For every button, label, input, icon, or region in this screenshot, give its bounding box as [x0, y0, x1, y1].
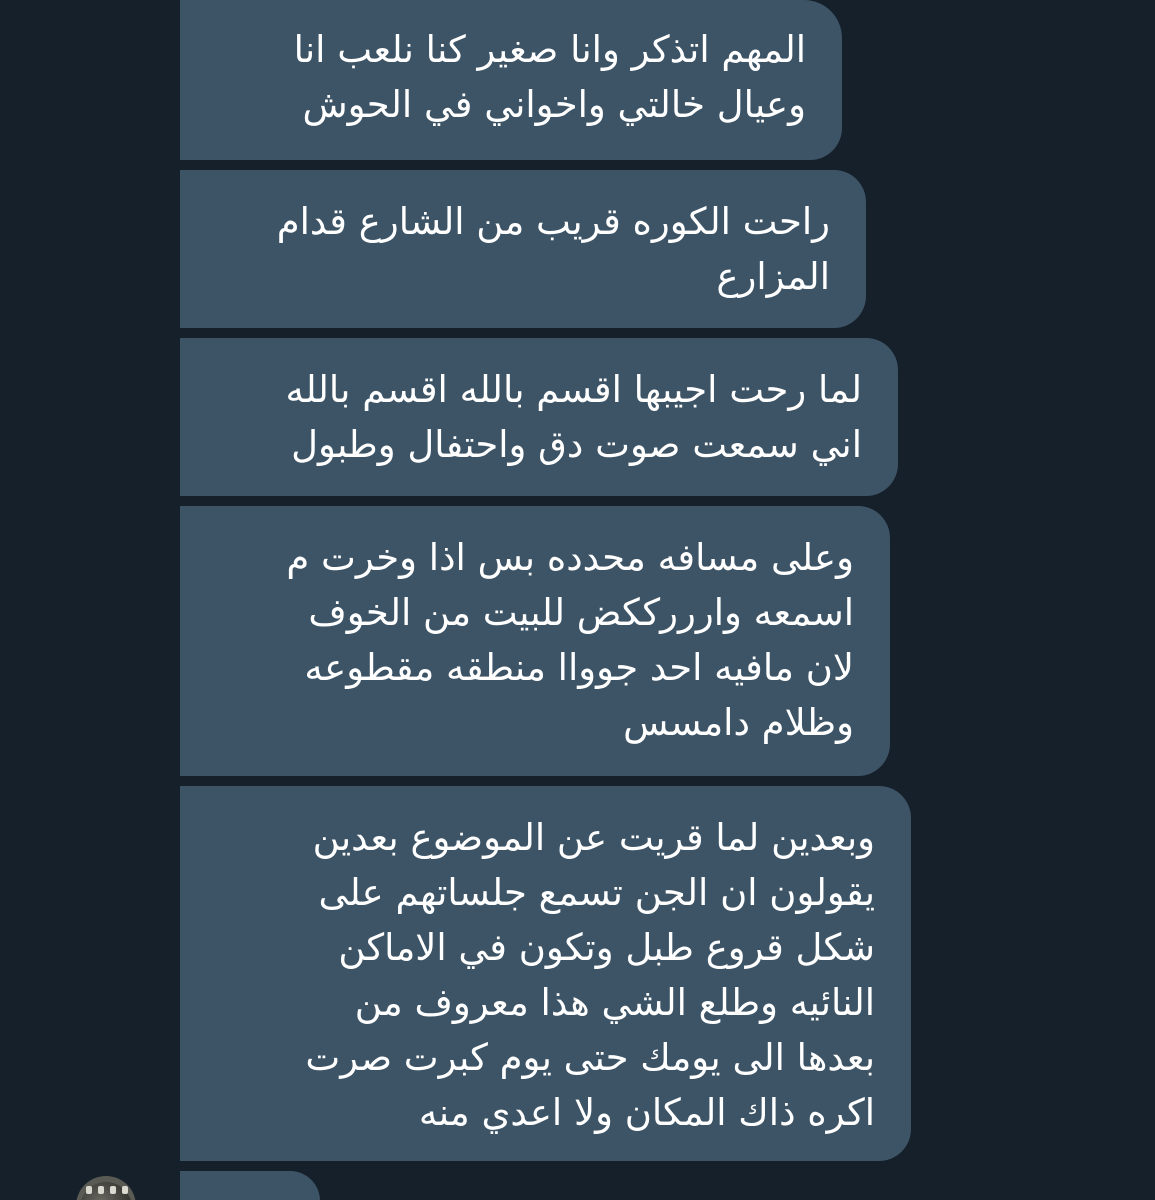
message-line: النائيه وطلع الشي هذا معروف من	[354, 981, 875, 1024]
message-line: لما رحت اجيبها اقسم بالله اقسم بالله	[285, 368, 862, 411]
message-line: بعدها الى يومك حتى يوم كبرت صرت	[305, 1036, 875, 1079]
message-line: لان مافيه احد جوواا منطقه مقطوعه	[304, 646, 854, 689]
avatar-detail	[110, 1186, 116, 1194]
avatar-detail	[122, 1186, 128, 1194]
message-bubble[interactable]: لما رحت اجيبها اقسم بالله اقسم بالله اني…	[180, 338, 898, 496]
avatar-detail	[86, 1186, 92, 1194]
message-line: المزارع	[716, 255, 830, 298]
user-avatar-icon[interactable]	[76, 1176, 136, 1200]
message-line: راحت الكوره قريب من الشارع قدام	[276, 200, 830, 243]
message-bubble[interactable]: وعلى مسافه محدده بس اذا وخرت م اسمعه وار…	[180, 506, 890, 776]
message-line: اسمعه وارررككض للبيت من الخوف	[308, 591, 854, 634]
message-line: وظلام دامسس	[623, 701, 854, 744]
message-line: اكره ذاك المكان ولا اعدي منه	[418, 1091, 875, 1134]
message-line: يقولون ان الجن تسمع جلساتهم على	[318, 871, 875, 914]
message-line: وعلى مسافه محدده بس اذا وخرت م	[286, 536, 854, 579]
avatar-detail	[98, 1186, 104, 1194]
message-line: اني سمعت صوت دق واحتفال وطبول	[291, 423, 862, 466]
message-line: شكل قروع طبل وتكون في الاماكن	[338, 926, 875, 969]
message-bubble-partial[interactable]	[180, 1171, 320, 1200]
message-bubble[interactable]: راحت الكوره قريب من الشارع قدام المزارع	[180, 170, 866, 328]
message-bubble[interactable]: المهم اتذكر وانا صغير كنا نلعب انا وعيال…	[180, 0, 842, 160]
dm-conversation: المهم اتذكر وانا صغير كنا نلعب انا وعيال…	[0, 0, 1155, 1200]
message-line: وبعدين لما قريت عن الموضوع بعدين	[312, 816, 875, 859]
message-line: المهم اتذكر وانا صغير كنا نلعب انا	[293, 28, 806, 71]
message-bubble[interactable]: وبعدين لما قريت عن الموضوع بعدين يقولون …	[180, 786, 911, 1161]
message-line: وعيال خالتي واخواني في الحوش	[302, 83, 806, 126]
